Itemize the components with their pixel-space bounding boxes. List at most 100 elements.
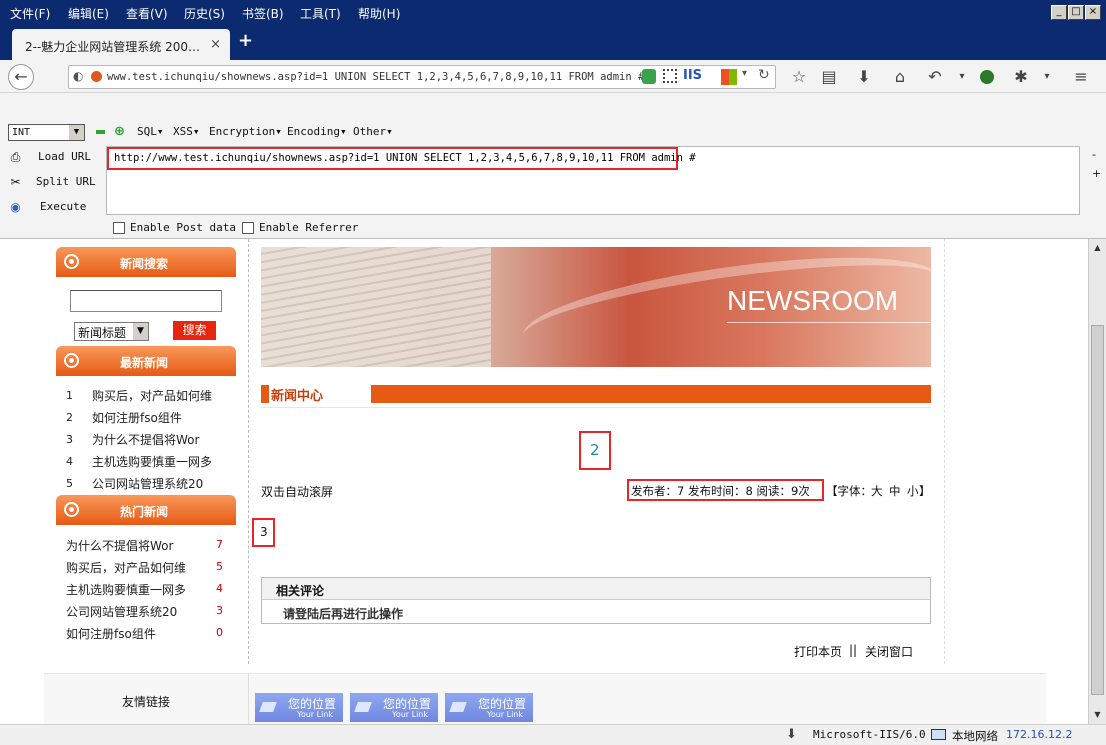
shield-icon: [642, 69, 656, 84]
hot-news-link[interactable]: 公司网站管理系统20: [66, 603, 177, 620]
hot-news-count: 0: [216, 626, 223, 639]
font-small-link[interactable]: 小: [907, 483, 919, 499]
menu-tools[interactable]: 工具(T): [300, 5, 341, 22]
hackbar-menu-xss[interactable]: XSS▾: [173, 125, 200, 138]
bug-icon[interactable]: ✱: [1010, 66, 1032, 88]
menu-file[interactable]: 文件(F): [10, 5, 50, 22]
enable-referrer-label: Enable Referrer: [259, 221, 359, 234]
comments-box: 相关评论 请登陆后再进行此操作: [261, 577, 931, 624]
hackbar-menu-encoding[interactable]: Encoding▾: [287, 125, 347, 138]
hot-news-count: 4: [216, 582, 223, 595]
menu-bookmarks[interactable]: 书签(B): [242, 5, 284, 22]
friend-link-button[interactable]: 您的位置 Your Link: [445, 693, 533, 722]
menu-view[interactable]: 查看(V): [126, 5, 168, 22]
hot-news-link[interactable]: 购买后，对产品如何维: [66, 559, 186, 576]
banner-title: NEWSROOM: [727, 285, 899, 316]
list-number: 3: [66, 433, 73, 446]
latest-news-link[interactable]: 如何注册fso组件: [92, 409, 182, 426]
address-bar[interactable]: ◐ www.test.ichunqiu/shownews.asp?id=1 UN…: [68, 65, 776, 89]
hot-news-link[interactable]: 为什么不提倡将Wor: [66, 537, 173, 554]
friend-links-area: [44, 673, 1046, 724]
separator: ||: [849, 643, 858, 657]
tab-close-icon[interactable]: ×: [210, 37, 221, 52]
hot-news-count: 5: [216, 560, 223, 573]
split-url-icon: ✂: [10, 175, 21, 189]
enable-post-checkbox[interactable]: [113, 222, 125, 234]
qr-code-icon[interactable]: [663, 69, 677, 83]
execute-button[interactable]: Execute: [40, 200, 86, 213]
enable-referrer-checkbox[interactable]: [242, 222, 254, 234]
close-window-icon[interactable]: ×: [1085, 5, 1101, 20]
hackbar-menu-encryption[interactable]: Encryption▾: [209, 125, 282, 138]
undo-dropdown-icon[interactable]: ▾: [951, 66, 973, 88]
latest-news-link[interactable]: 主机选购要慎重一网多: [92, 453, 212, 470]
zoom-minus-button[interactable]: -: [1092, 148, 1096, 161]
extension-icon[interactable]: [976, 66, 998, 88]
menu-edit[interactable]: 编辑(E): [68, 5, 109, 22]
scroll-up-icon[interactable]: ▲: [1090, 240, 1105, 255]
reload-icon[interactable]: ↻: [758, 67, 770, 83]
hot-news-count: 3: [216, 604, 223, 617]
hot-section-header: 热门新闻: [56, 495, 236, 525]
dropdown-icon[interactable]: ▾: [742, 68, 747, 79]
home-icon[interactable]: ⌂: [889, 66, 911, 88]
latest-news-link[interactable]: 公司网站管理系统20: [92, 475, 203, 492]
chevron-down-icon: ▼: [69, 125, 84, 140]
maximize-icon[interactable]: □: [1068, 5, 1084, 20]
windows-icon: [721, 69, 737, 85]
minimize-icon[interactable]: _: [1051, 5, 1067, 20]
latest-news-link[interactable]: 为什么不提倡将Wor: [92, 431, 199, 448]
hot-news-link[interactable]: 主机选购要慎重一网多: [66, 581, 186, 598]
search-type-select[interactable]: 新闻标题 ▼: [74, 322, 149, 341]
tab-bar: 2--魅力企业网站管理系统 200… ×: [0, 26, 1106, 60]
news-content: 3: [260, 525, 268, 539]
hackbar-menu-other[interactable]: Other▾: [353, 125, 393, 138]
tab-title: 2--魅力企业网站管理系统 200…: [25, 40, 201, 54]
menu-history[interactable]: 历史(S): [184, 5, 225, 22]
addon-dropdown-icon[interactable]: ▾: [1036, 66, 1058, 88]
latest-news-link[interactable]: 购买后，对产品如何维: [92, 387, 212, 404]
hamburger-menu-icon[interactable]: ≡: [1070, 66, 1092, 88]
section-bar: [371, 385, 931, 403]
friend-link-button[interactable]: 您的位置 Your Link: [350, 693, 438, 722]
download-icon[interactable]: ⬇: [853, 66, 875, 88]
font-medium-link[interactable]: 中: [889, 483, 901, 499]
hot-news-link[interactable]: 如何注册fso组件: [66, 625, 156, 642]
load-url-icon: ⎙: [10, 150, 21, 164]
load-url-button[interactable]: Load URL: [38, 150, 91, 163]
decrease-icon[interactable]: [96, 130, 105, 134]
browser-tab[interactable]: 2--魅力企业网站管理系统 200… ×: [12, 29, 230, 60]
hackbar-menu-sql[interactable]: SQL▾: [137, 125, 164, 138]
menu-help[interactable]: 帮助(H): [358, 5, 400, 22]
search-input[interactable]: [70, 290, 222, 312]
close-window-link[interactable]: 关闭窗口: [865, 643, 913, 660]
divider: [261, 407, 931, 408]
back-icon[interactable]: ←: [8, 64, 34, 90]
enable-post-label: Enable Post data: [130, 221, 236, 234]
zoom-plus-button[interactable]: +: [1092, 167, 1101, 180]
divider: [248, 239, 249, 664]
divider: [944, 239, 945, 664]
scroll-thumb[interactable]: [1091, 325, 1104, 695]
font-size-end: 】: [919, 484, 931, 498]
hackbar-url-value[interactable]: http://www.test.ichunqiu/shownews.asp?id…: [107, 147, 696, 170]
warning-icon: [91, 71, 102, 82]
link-icon: [354, 702, 372, 712]
chevron-down-icon: ▼: [133, 323, 148, 340]
increase-icon[interactable]: ⊕: [114, 124, 125, 139]
reader-icon[interactable]: ▤: [818, 66, 840, 88]
search-button[interactable]: 搜索: [173, 321, 216, 340]
page-scrollbar[interactable]: ▲ ▼: [1088, 239, 1106, 724]
auto-scroll-label[interactable]: 双击自动滚屏: [261, 483, 333, 500]
search-section-title: 新闻搜索: [120, 257, 169, 271]
undo-icon[interactable]: ↶: [924, 66, 946, 88]
scroll-down-icon[interactable]: ▼: [1090, 707, 1105, 722]
font-large-link[interactable]: 大: [871, 483, 883, 499]
bullet-icon: [64, 254, 79, 269]
friend-link-button[interactable]: 您的位置 Your Link: [255, 693, 343, 722]
print-link[interactable]: 打印本页: [794, 643, 842, 660]
bookmark-star-icon[interactable]: ☆: [788, 66, 810, 88]
new-tab-icon[interactable]: +: [238, 30, 253, 51]
split-url-button[interactable]: Split URL: [36, 175, 96, 188]
type-select[interactable]: INT ▼: [8, 124, 85, 141]
